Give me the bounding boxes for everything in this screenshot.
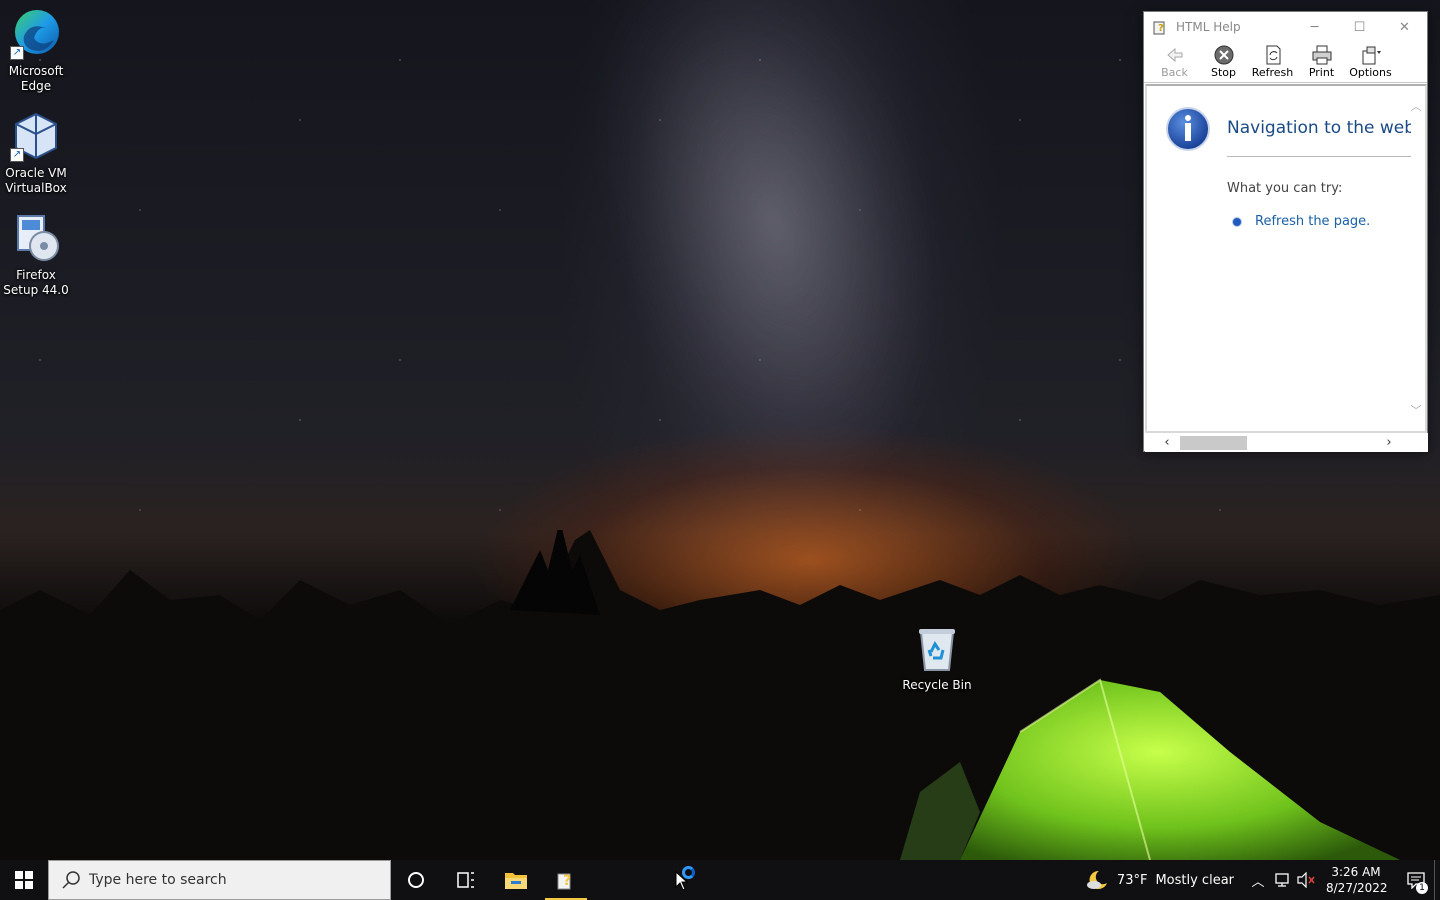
- weather-widget[interactable]: 73°F Mostly clear: [1085, 869, 1234, 891]
- task-view-icon: [457, 872, 474, 888]
- scroll-left-icon[interactable]: ‹: [1158, 435, 1176, 450]
- minimize-button[interactable]: ─: [1292, 12, 1337, 42]
- shortcut-arrow-icon: ↗: [10, 46, 24, 60]
- weather-temperature: 73°F: [1116, 872, 1148, 888]
- cortana-icon: [408, 872, 424, 888]
- volume-muted-icon: [1297, 872, 1315, 888]
- action-center-button[interactable]: 1: [1398, 860, 1434, 900]
- recycle-bin-icon: [915, 626, 959, 674]
- desktop-icon-firefox-setup[interactable]: Firefox Setup 44.0: [0, 212, 74, 298]
- options-label: Options: [1349, 66, 1392, 79]
- back-button[interactable]: Back: [1150, 45, 1199, 82]
- volume-button[interactable]: [1294, 860, 1318, 900]
- desktop-icon-recycle-bin[interactable]: Recycle Bin: [899, 626, 975, 693]
- desktop-icon-label: Microsoft Edge: [8, 64, 64, 93]
- horizontal-scrollbar[interactable]: ‹ ›: [1145, 433, 1428, 452]
- options-button[interactable]: Options: [1346, 45, 1395, 82]
- bullet-icon: [1233, 218, 1241, 226]
- close-button[interactable]: ✕: [1382, 12, 1427, 42]
- refresh-button[interactable]: Refresh: [1248, 45, 1297, 82]
- file-explorer-icon: [505, 873, 527, 889]
- task-view-button[interactable]: [441, 860, 491, 900]
- stop-icon: [1214, 45, 1233, 65]
- search-icon: [62, 871, 80, 889]
- network-button[interactable]: [1270, 860, 1294, 900]
- show-desktop-button[interactable]: [1434, 860, 1440, 900]
- chevron-up-icon: ︿: [1251, 874, 1265, 890]
- edge-icon: ↗: [10, 8, 62, 60]
- taskbar-search-box[interactable]: Type here to search: [48, 860, 391, 900]
- try-label: What you can try:: [1227, 181, 1343, 196]
- moon-cloud-icon: [1086, 870, 1107, 889]
- desktop-icon-label: Recycle Bin: [902, 678, 972, 692]
- options-icon: [1362, 46, 1381, 65]
- info-icon: [1166, 107, 1210, 151]
- windows-logo-icon: [15, 871, 33, 889]
- help-app-icon: ?: [1153, 21, 1165, 35]
- system-tray: 73°F Mostly clear ︿ 3:26 AM 8/27/2022 1: [1085, 860, 1440, 900]
- print-label: Print: [1308, 66, 1335, 79]
- refresh-page-link[interactable]: Refresh the page.: [1255, 214, 1370, 229]
- show-hidden-icons-button[interactable]: ︿: [1246, 860, 1270, 900]
- navigation-heading: Navigation to the webpage was canceled: [1227, 118, 1411, 138]
- shortcut-arrow-icon: ↗: [10, 148, 24, 162]
- taskbar: Type here to search ? 73°F Mostly clear …: [0, 860, 1440, 900]
- start-button[interactable]: [0, 860, 48, 900]
- scroll-up-icon[interactable]: ︿: [1409, 100, 1423, 114]
- desktop-icon-microsoft-edge[interactable]: ↗ Microsoft Edge: [0, 8, 74, 94]
- html-help-window[interactable]: ? HTML Help ─ ☐ ✕ Back Stop Refresh Prin…: [1143, 11, 1428, 452]
- help-content-pane[interactable]: Navigation to the webpage was canceled W…: [1145, 84, 1427, 433]
- file-explorer-button[interactable]: [491, 860, 541, 900]
- scroll-right-icon[interactable]: ›: [1380, 435, 1398, 450]
- search-placeholder: Type here to search: [89, 872, 227, 888]
- back-arrow-icon: [1166, 47, 1182, 63]
- html-help-taskbar-icon: ?: [557, 873, 571, 890]
- print-button[interactable]: Print: [1297, 45, 1346, 82]
- stop-button[interactable]: Stop: [1199, 45, 1248, 82]
- weather-condition: Mostly clear: [1155, 872, 1234, 888]
- clock[interactable]: 3:26 AM 8/27/2022: [1326, 864, 1388, 896]
- refresh-label: Refresh: [1251, 66, 1294, 79]
- help-toolbar: Back Stop Refresh Print Options: [1144, 42, 1427, 83]
- desktop-icon-label: Oracle VM VirtualBox: [5, 166, 67, 195]
- installer-icon: [10, 212, 62, 264]
- desktop-icon-virtualbox[interactable]: ↗ Oracle VM VirtualBox: [0, 110, 74, 196]
- svg-text:?: ?: [563, 873, 571, 889]
- html-help-taskbar-button[interactable]: ?: [541, 860, 591, 900]
- printer-icon: [1312, 45, 1331, 65]
- window-title: HTML Help: [1176, 20, 1241, 34]
- virtualbox-icon: ↗: [10, 110, 62, 162]
- green-tent: [900, 678, 1400, 860]
- clock-date: 8/27/2022: [1326, 881, 1388, 895]
- scrollbar-thumb[interactable]: [1180, 435, 1247, 450]
- cortana-button[interactable]: [391, 860, 441, 900]
- maximize-button[interactable]: ☐: [1337, 12, 1382, 42]
- notification-count-badge: 1: [1416, 882, 1428, 894]
- refresh-icon: [1266, 45, 1280, 65]
- back-label: Back: [1161, 66, 1188, 79]
- heading-divider: [1227, 156, 1411, 157]
- stop-label: Stop: [1210, 66, 1236, 79]
- svg-text:?: ?: [1158, 23, 1164, 34]
- scroll-down-icon[interactable]: ﹀: [1409, 404, 1423, 418]
- network-icon: [1275, 873, 1289, 887]
- clock-time: 3:26 AM: [1331, 865, 1381, 879]
- desktop-icon-label: Firefox Setup 44.0: [3, 268, 69, 297]
- window-titlebar[interactable]: ? HTML Help ─ ☐ ✕: [1144, 12, 1427, 42]
- busy-spinner-icon: [682, 866, 695, 879]
